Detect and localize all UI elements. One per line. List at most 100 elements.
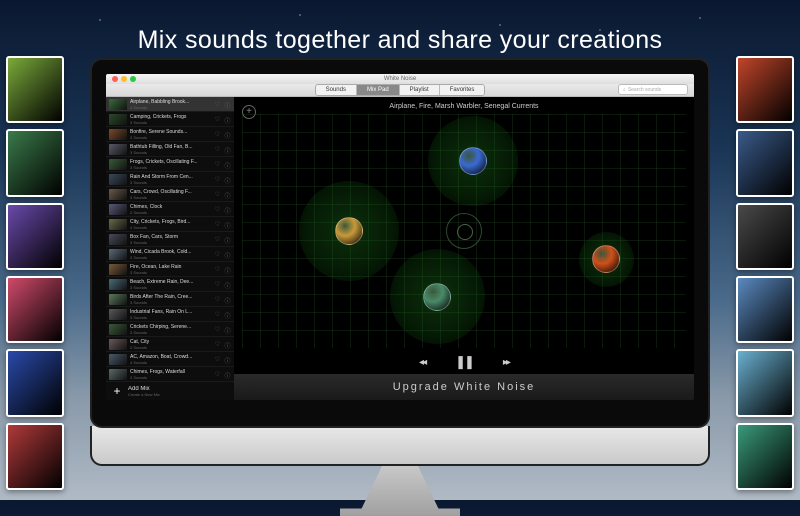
mix-list-item[interactable]: Chimes, Frogs, Waterfall3 Sounds♡ⓘ <box>106 367 234 382</box>
favorite-icon[interactable]: ♡ <box>214 326 221 333</box>
promo-thumbnail <box>6 56 64 123</box>
tab-favorites[interactable]: Favorites <box>440 85 485 95</box>
mix-list-item[interactable]: Frogs, Crickets, Oscillating F...3 Sound… <box>106 157 234 172</box>
info-icon[interactable]: ⓘ <box>224 356 231 363</box>
sound-node-senegal-currents[interactable] <box>390 249 485 344</box>
sound-node-fire[interactable] <box>579 232 634 287</box>
search-input[interactable]: ⌕ Search sounds <box>618 84 688 95</box>
mix-list-item[interactable]: Fire, Ocean, Lake Rain3 Sounds♡ⓘ <box>106 262 234 277</box>
mix-list: Airplane, Babbling Brook...4 Sounds♡ⓘCam… <box>106 97 234 382</box>
mix-sound-count: 3 Sounds <box>130 270 211 275</box>
mix-list-item[interactable]: Beach, Extreme Rain, Dee...3 Sounds♡ⓘ <box>106 277 234 292</box>
play-pause-button[interactable]: ❚❚ <box>455 354 473 370</box>
listener-icon <box>446 213 482 249</box>
favorite-icon[interactable]: ♡ <box>214 356 221 363</box>
mix-list-item[interactable]: Chimes, Clock2 Sounds♡ⓘ <box>106 202 234 217</box>
add-mix-row[interactable]: + Add Mix Create a New Mix <box>106 382 234 400</box>
mix-thumbnail <box>109 279 127 290</box>
sound-node-handle[interactable] <box>592 245 620 273</box>
mix-list-item[interactable]: Box Fan, Cars, Storm3 Sounds♡ⓘ <box>106 232 234 247</box>
info-icon[interactable]: ⓘ <box>224 281 231 288</box>
info-icon[interactable]: ⓘ <box>224 161 231 168</box>
mix-thumbnail <box>109 159 127 170</box>
mix-thumbnail <box>109 99 127 110</box>
sound-node-marsh-warbler[interactable] <box>299 181 399 281</box>
tab-sounds[interactable]: Sounds <box>316 85 357 95</box>
mix-list-item[interactable]: Cars, Crowd, Oscillating F...3 Sounds♡ⓘ <box>106 187 234 202</box>
mix-sound-count: 3 Sounds <box>130 285 211 290</box>
mix-list-item[interactable]: City, Crickets, Frogs, Bird...4 Sounds♡ⓘ <box>106 217 234 232</box>
info-icon[interactable]: ⓘ <box>224 326 231 333</box>
info-icon[interactable]: ⓘ <box>224 131 231 138</box>
favorite-icon[interactable]: ♡ <box>214 341 221 348</box>
info-icon[interactable]: ⓘ <box>224 176 231 183</box>
upgrade-banner[interactable]: Upgrade White Noise <box>234 374 694 400</box>
info-icon[interactable]: ⓘ <box>224 341 231 348</box>
info-icon[interactable]: ⓘ <box>224 101 231 108</box>
promo-thumbnail <box>736 129 794 196</box>
info-icon[interactable]: ⓘ <box>224 116 231 123</box>
mix-sound-count: 3 Sounds <box>130 120 211 125</box>
favorite-icon[interactable]: ♡ <box>214 266 221 273</box>
mix-list-item[interactable]: Rain And Storm From Cen...3 Sounds♡ⓘ <box>106 172 234 187</box>
info-icon[interactable]: ⓘ <box>224 146 231 153</box>
favorite-icon[interactable]: ♡ <box>214 236 221 243</box>
info-icon[interactable]: ⓘ <box>224 296 231 303</box>
favorite-icon[interactable]: ♡ <box>214 176 221 183</box>
sound-node-handle[interactable] <box>459 147 487 175</box>
mix-list-item[interactable]: Airplane, Babbling Brook...4 Sounds♡ⓘ <box>106 97 234 112</box>
mix-list-item[interactable]: Cat, City2 Sounds♡ⓘ <box>106 337 234 352</box>
mix-thumbnail <box>109 234 127 245</box>
mix-grid[interactable] <box>242 114 686 348</box>
favorite-icon[interactable]: ♡ <box>214 221 221 228</box>
mix-sound-count: 3 Sounds <box>130 135 211 140</box>
favorite-icon[interactable]: ♡ <box>214 206 221 213</box>
content-area: Airplane, Babbling Brook...4 Sounds♡ⓘCam… <box>106 97 694 400</box>
info-icon[interactable]: ⓘ <box>224 191 231 198</box>
mix-sound-count: 3 Sounds <box>130 165 211 170</box>
promo-thumbnail <box>6 129 64 196</box>
mix-sound-count: 3 Sounds <box>130 195 211 200</box>
info-icon[interactable]: ⓘ <box>224 251 231 258</box>
mix-sound-count: 2 Sounds <box>130 345 211 350</box>
mix-list-item[interactable]: Bonfire, Serene Sounds...3 Sounds♡ⓘ <box>106 127 234 142</box>
mix-list-item[interactable]: Birds After The Rain, Cree...3 Sounds♡ⓘ <box>106 292 234 307</box>
tab-playlist[interactable]: Playlist <box>400 85 440 95</box>
mix-sound-count: 3 Sounds <box>130 375 211 380</box>
favorite-icon[interactable]: ♡ <box>214 161 221 168</box>
mix-list-item[interactable]: Wind, Cicada Brook, Cold...3 Sounds♡ⓘ <box>106 247 234 262</box>
next-button[interactable]: ▸▸ <box>503 357 509 368</box>
info-icon[interactable]: ⓘ <box>224 221 231 228</box>
favorite-icon[interactable]: ♡ <box>214 311 221 318</box>
favorite-icon[interactable]: ♡ <box>214 101 221 108</box>
info-icon[interactable]: ⓘ <box>224 236 231 243</box>
tab-mix-pad[interactable]: Mix Pad <box>357 85 400 95</box>
window-titlebar: White Noise <box>106 74 694 84</box>
info-icon[interactable]: ⓘ <box>224 266 231 273</box>
mix-list-item[interactable]: Camping, Crickets, Frogs3 Sounds♡ⓘ <box>106 112 234 127</box>
info-icon[interactable]: ⓘ <box>224 311 231 318</box>
mix-list-item[interactable]: Bathtub Filling, Old Fan, B...3 Sounds♡ⓘ <box>106 142 234 157</box>
sound-node-handle[interactable] <box>423 283 451 311</box>
favorite-icon[interactable]: ♡ <box>214 191 221 198</box>
favorite-icon[interactable]: ♡ <box>214 131 221 138</box>
sound-node-handle[interactable] <box>335 217 363 245</box>
favorite-icon[interactable]: ♡ <box>214 371 221 378</box>
mix-list-item[interactable]: AC, Amazon, Boat, Crowd...4 Sounds♡ⓘ <box>106 352 234 367</box>
mix-list-item[interactable]: Industrial Fans, Rain On L...3 Sounds♡ⓘ <box>106 307 234 322</box>
sound-node-airplane[interactable] <box>428 116 518 206</box>
favorite-icon[interactable]: ♡ <box>214 116 221 123</box>
mix-sound-count: 2 Sounds <box>130 210 211 215</box>
favorite-icon[interactable]: ♡ <box>214 251 221 258</box>
info-icon[interactable]: ⓘ <box>224 206 231 213</box>
prev-button[interactable]: ◂◂ <box>419 357 425 368</box>
promo-thumbnail <box>736 423 794 490</box>
mix-sound-count: 3 Sounds <box>130 150 211 155</box>
favorite-icon[interactable]: ♡ <box>214 146 221 153</box>
monitor-chin <box>90 426 710 466</box>
info-icon[interactable]: ⓘ <box>224 371 231 378</box>
search-icon: ⌕ <box>623 87 626 93</box>
favorite-icon[interactable]: ♡ <box>214 281 221 288</box>
mix-list-item[interactable]: Crickets Chirping, Serene...3 Sounds♡ⓘ <box>106 322 234 337</box>
favorite-icon[interactable]: ♡ <box>214 296 221 303</box>
